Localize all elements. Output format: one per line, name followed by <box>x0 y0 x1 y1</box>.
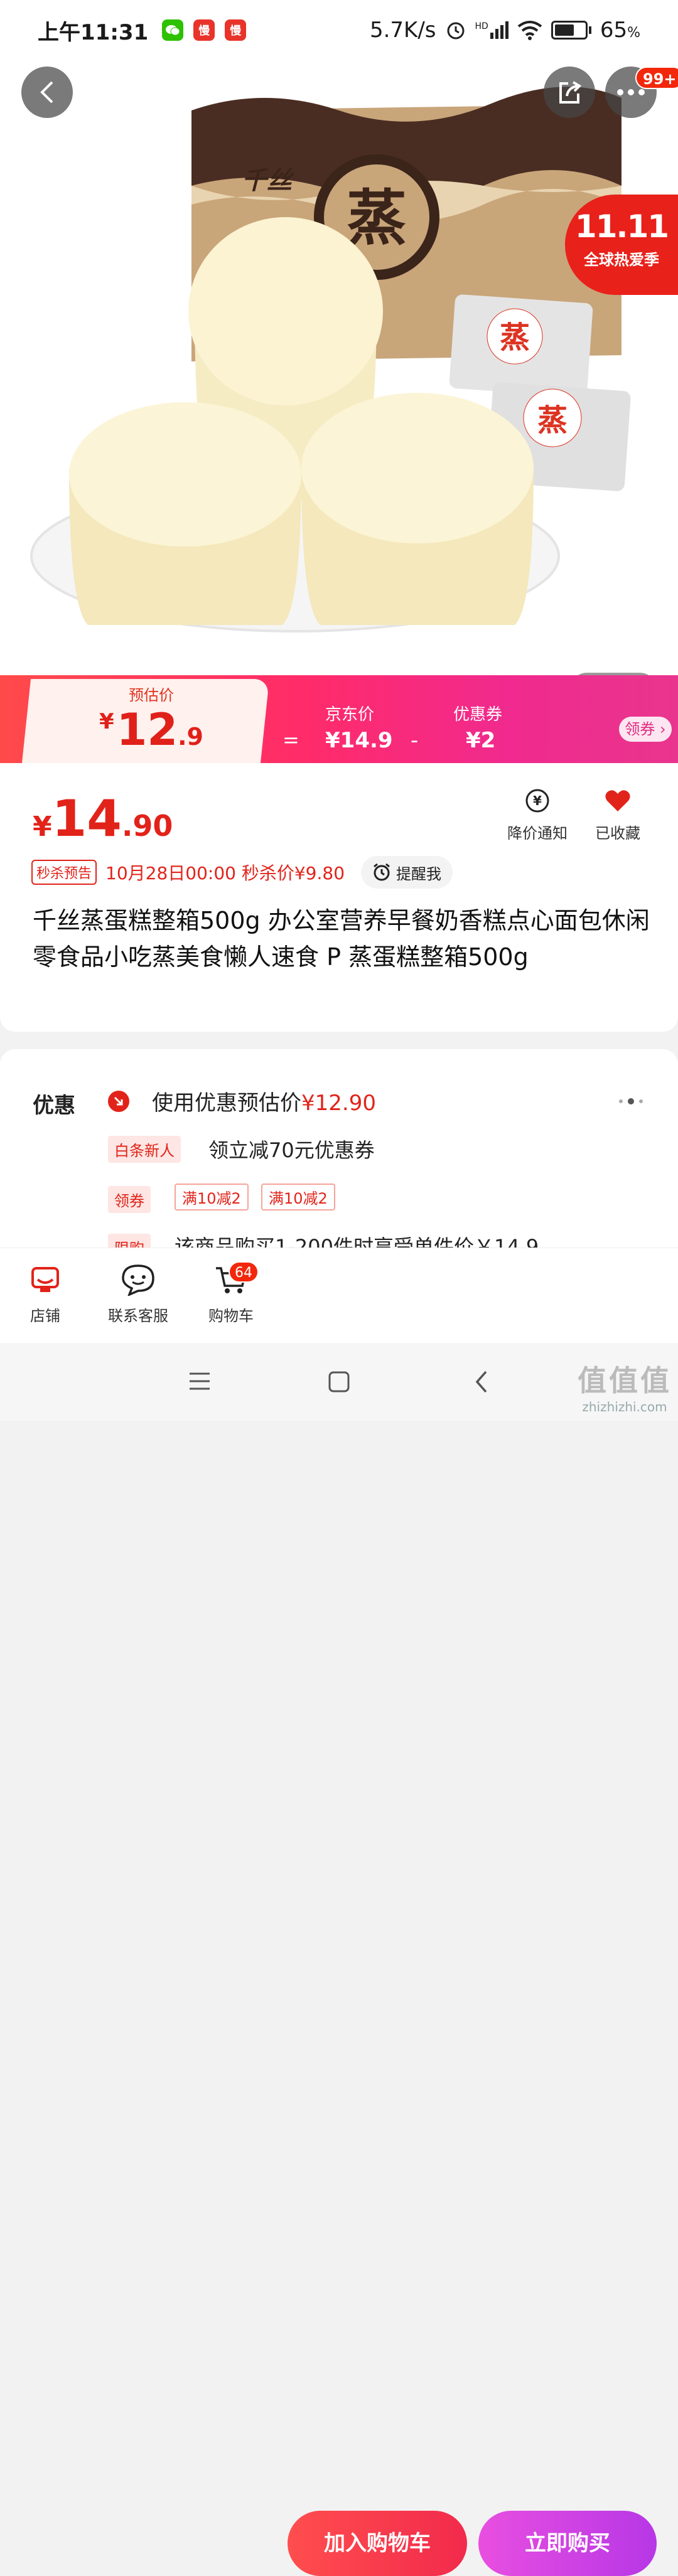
wifi-icon <box>517 21 542 40</box>
price-banner: 预估价 ¥12.9 = 京东价 ¥14.9 - 优惠券 ¥2 领券 › <box>0 675 678 763</box>
add-to-cart-button[interactable]: 加入购物车 <box>288 2511 467 2576</box>
remind-me-button[interactable]: 提醒我 <box>361 856 453 889</box>
discount-section-label: 优惠 <box>33 1093 75 1118</box>
chevron-left-icon <box>40 81 53 104</box>
heart-icon <box>605 790 630 811</box>
jd-price: ¥14.9 <box>325 728 393 753</box>
cart-label: 购物车 <box>208 1307 254 1325</box>
share-button[interactable] <box>544 67 595 118</box>
shop-label: 店铺 <box>30 1307 60 1325</box>
svg-text:千丝: 千丝 <box>242 166 295 195</box>
customer-service-button[interactable]: 联系客服 <box>94 1261 182 1325</box>
status-bar: 上午11:31 慢 慢 5.7K/s HD 65% <box>0 0 678 60</box>
wechat-icon <box>162 19 184 41</box>
estimate-price: ¥12.9 <box>99 704 203 756</box>
coupon-label: 优惠券 <box>453 705 503 724</box>
alarm-clock-icon <box>374 863 390 881</box>
estimate-line: 使用优惠预估价¥12.90 <box>152 1091 376 1116</box>
price-alert-icon: ¥ <box>525 789 549 813</box>
coupon-tag-label: 领券 <box>108 1186 151 1213</box>
shop-icon <box>31 1267 59 1292</box>
double-eleven-badge: 11.11 全球热爱季 <box>565 195 678 295</box>
favorite-label: 已收藏 <box>595 825 640 842</box>
buy-now-button[interactable]: 立即购买 <box>478 2511 657 2576</box>
message-count-badge: 99+ <box>635 67 678 89</box>
price-alert-button[interactable]: ¥ 降价通知 <box>500 787 575 843</box>
product-image: 蒸 千丝 蒸 蒸 <box>30 87 631 633</box>
system-nav-bar: 值值值 zhizhizhi.com <box>0 1343 678 1421</box>
remind-me-label: 提醒我 <box>396 865 442 883</box>
discount-section[interactable]: 优惠 使用优惠预估价¥12.90 白条新人 领立减70元优惠券 领券 满10减2… <box>0 1049 678 1263</box>
menu-icon[interactable] <box>187 1371 212 1392</box>
app-notification-icon-2: 慢 <box>225 19 247 41</box>
baitiao-tag: 白条新人 <box>108 1136 181 1163</box>
alarm-icon <box>447 22 465 40</box>
svg-text:蒸: 蒸 <box>537 403 568 438</box>
watermark: 值值值 zhizhizhi.com <box>578 1364 672 1414</box>
coupon-value: ¥2 <box>466 728 496 753</box>
hd-signal: HD <box>475 21 508 39</box>
home-icon[interactable] <box>328 1371 350 1393</box>
cart-count-badge: 64 <box>229 1261 259 1283</box>
equals-sign: = <box>282 728 299 752</box>
flash-sale-text: 10月28日00:00 秒杀价¥9.80 <box>105 863 345 884</box>
shop-button[interactable]: 店铺 <box>1 1261 89 1325</box>
battery-level: 65% <box>600 18 640 43</box>
customer-service-label: 联系客服 <box>108 1307 168 1325</box>
network-speed: 5.7K/s <box>369 18 436 43</box>
jd-price-label: 京东价 <box>325 705 375 724</box>
more-dots-icon[interactable] <box>619 1098 649 1104</box>
bottom-action-bar: 店铺 联系客服 购物车 加入购物车 立即购买 <box>0 1248 678 2576</box>
price-down-icon <box>108 1091 129 1112</box>
price-alert-label: 降价通知 <box>507 825 568 842</box>
minus-sign: - <box>411 728 419 753</box>
more-dots-icon <box>617 89 645 95</box>
coupon-chip[interactable]: 满10减2 <box>175 1184 249 1211</box>
svg-text:蒸: 蒸 <box>500 320 530 355</box>
favorite-button[interactable]: 已收藏 <box>580 787 655 843</box>
share-icon <box>559 81 582 104</box>
baitiao-text: 领立减70元优惠券 <box>208 1138 375 1162</box>
chat-icon <box>122 1264 154 1296</box>
back-nav-icon[interactable] <box>473 1369 490 1394</box>
estimate-label: 预估价 <box>129 687 174 704</box>
product-gallery[interactable]: 蒸 千丝 蒸 蒸 11.11 全球热爱季 1/4 <box>0 60 678 675</box>
svg-text:¥: ¥ <box>533 793 542 808</box>
flash-sale-tag: 秒杀预告 <box>31 860 97 885</box>
clock: 上午11:31 <box>38 19 149 45</box>
coupon-chip[interactable]: 满10减2 <box>261 1184 335 1211</box>
back-button[interactable] <box>21 67 73 118</box>
current-price: ¥14.90 <box>33 789 173 848</box>
battery-icon <box>551 21 591 40</box>
svg-text:蒸: 蒸 <box>347 183 407 254</box>
product-title: 千丝蒸蛋糕整箱500g 办公室营养早餐奶香糕点心面包休闲零食品小吃蒸美食懒人速食… <box>33 907 650 971</box>
app-notification-icon: 慢 <box>193 19 215 41</box>
claim-coupon-button[interactable]: 领券 › <box>619 717 672 742</box>
status-right: 5.7K/s HD 65% <box>370 18 640 43</box>
price-card: ¥14.90 ¥ 降价通知 已收藏 秒杀预告 10月28日00:00 秒杀价¥9… <box>0 763 678 1032</box>
flash-sale-row: 秒杀预告 10月28日00:00 秒杀价¥9.80 提醒我 <box>31 856 453 889</box>
